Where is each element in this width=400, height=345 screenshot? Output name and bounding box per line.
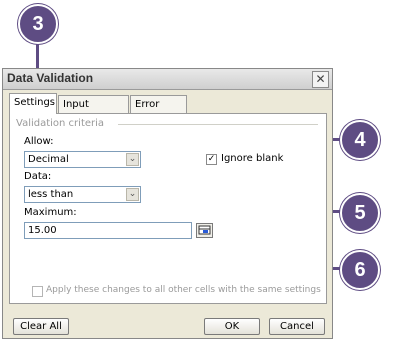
cancel-button[interactable]: Cancel [269, 318, 325, 335]
close-icon[interactable]: ✕ [312, 71, 329, 88]
data-value: less than [28, 189, 74, 200]
criteria-divider [118, 124, 318, 125]
maximum-value: 15.00 [28, 225, 57, 236]
cancel-label: Cancel [280, 321, 314, 332]
callout-6: 6 [340, 250, 380, 290]
settings-panel: Validation criteria Allow: Decimal ⌄ ✓ I… [9, 113, 327, 304]
chevron-down-icon[interactable]: ⌄ [126, 188, 139, 201]
data-label: Data: [24, 171, 52, 182]
callout-3: 3 [18, 4, 58, 44]
maximum-label: Maximum: [24, 207, 77, 218]
validation-criteria-legend: Validation criteria [16, 118, 105, 129]
callout-5: 5 [340, 193, 380, 233]
collapse-dialog-icon [198, 225, 211, 235]
allow-dropdown[interactable]: Decimal ⌄ [24, 151, 141, 168]
allow-value: Decimal [28, 154, 69, 165]
apply-all-label: Apply these changes to all other cells w… [46, 285, 321, 295]
callout-4: 4 [340, 120, 380, 160]
tab-settings[interactable]: Settings [9, 93, 57, 114]
allow-label: Allow: [24, 136, 54, 147]
range-selector-button[interactable] [196, 223, 213, 238]
apply-all-checkbox[interactable] [32, 286, 43, 297]
tab-settings-label: Settings [14, 97, 56, 108]
clear-all-label: Clear All [20, 321, 62, 332]
ok-button[interactable]: OK [204, 318, 260, 335]
ignore-blank-checkbox[interactable]: ✓ [206, 154, 217, 165]
chevron-down-icon[interactable]: ⌄ [126, 153, 139, 166]
tab-error-alert[interactable]: Error Alert [130, 95, 187, 128]
maximum-input[interactable]: 15.00 [24, 222, 192, 239]
title-bar: Data Validation ✕ [3, 69, 332, 90]
ignore-blank-label: Ignore blank [221, 153, 284, 164]
data-dropdown[interactable]: less than ⌄ [24, 186, 141, 203]
tab-input-message[interactable]: Input Message [58, 95, 129, 128]
ok-label: OK [224, 321, 240, 332]
clear-all-button[interactable]: Clear All [13, 318, 69, 335]
data-validation-dialog: Data Validation ✕ Settings Input Message… [2, 68, 333, 339]
dialog-title: Data Validation [7, 71, 94, 85]
